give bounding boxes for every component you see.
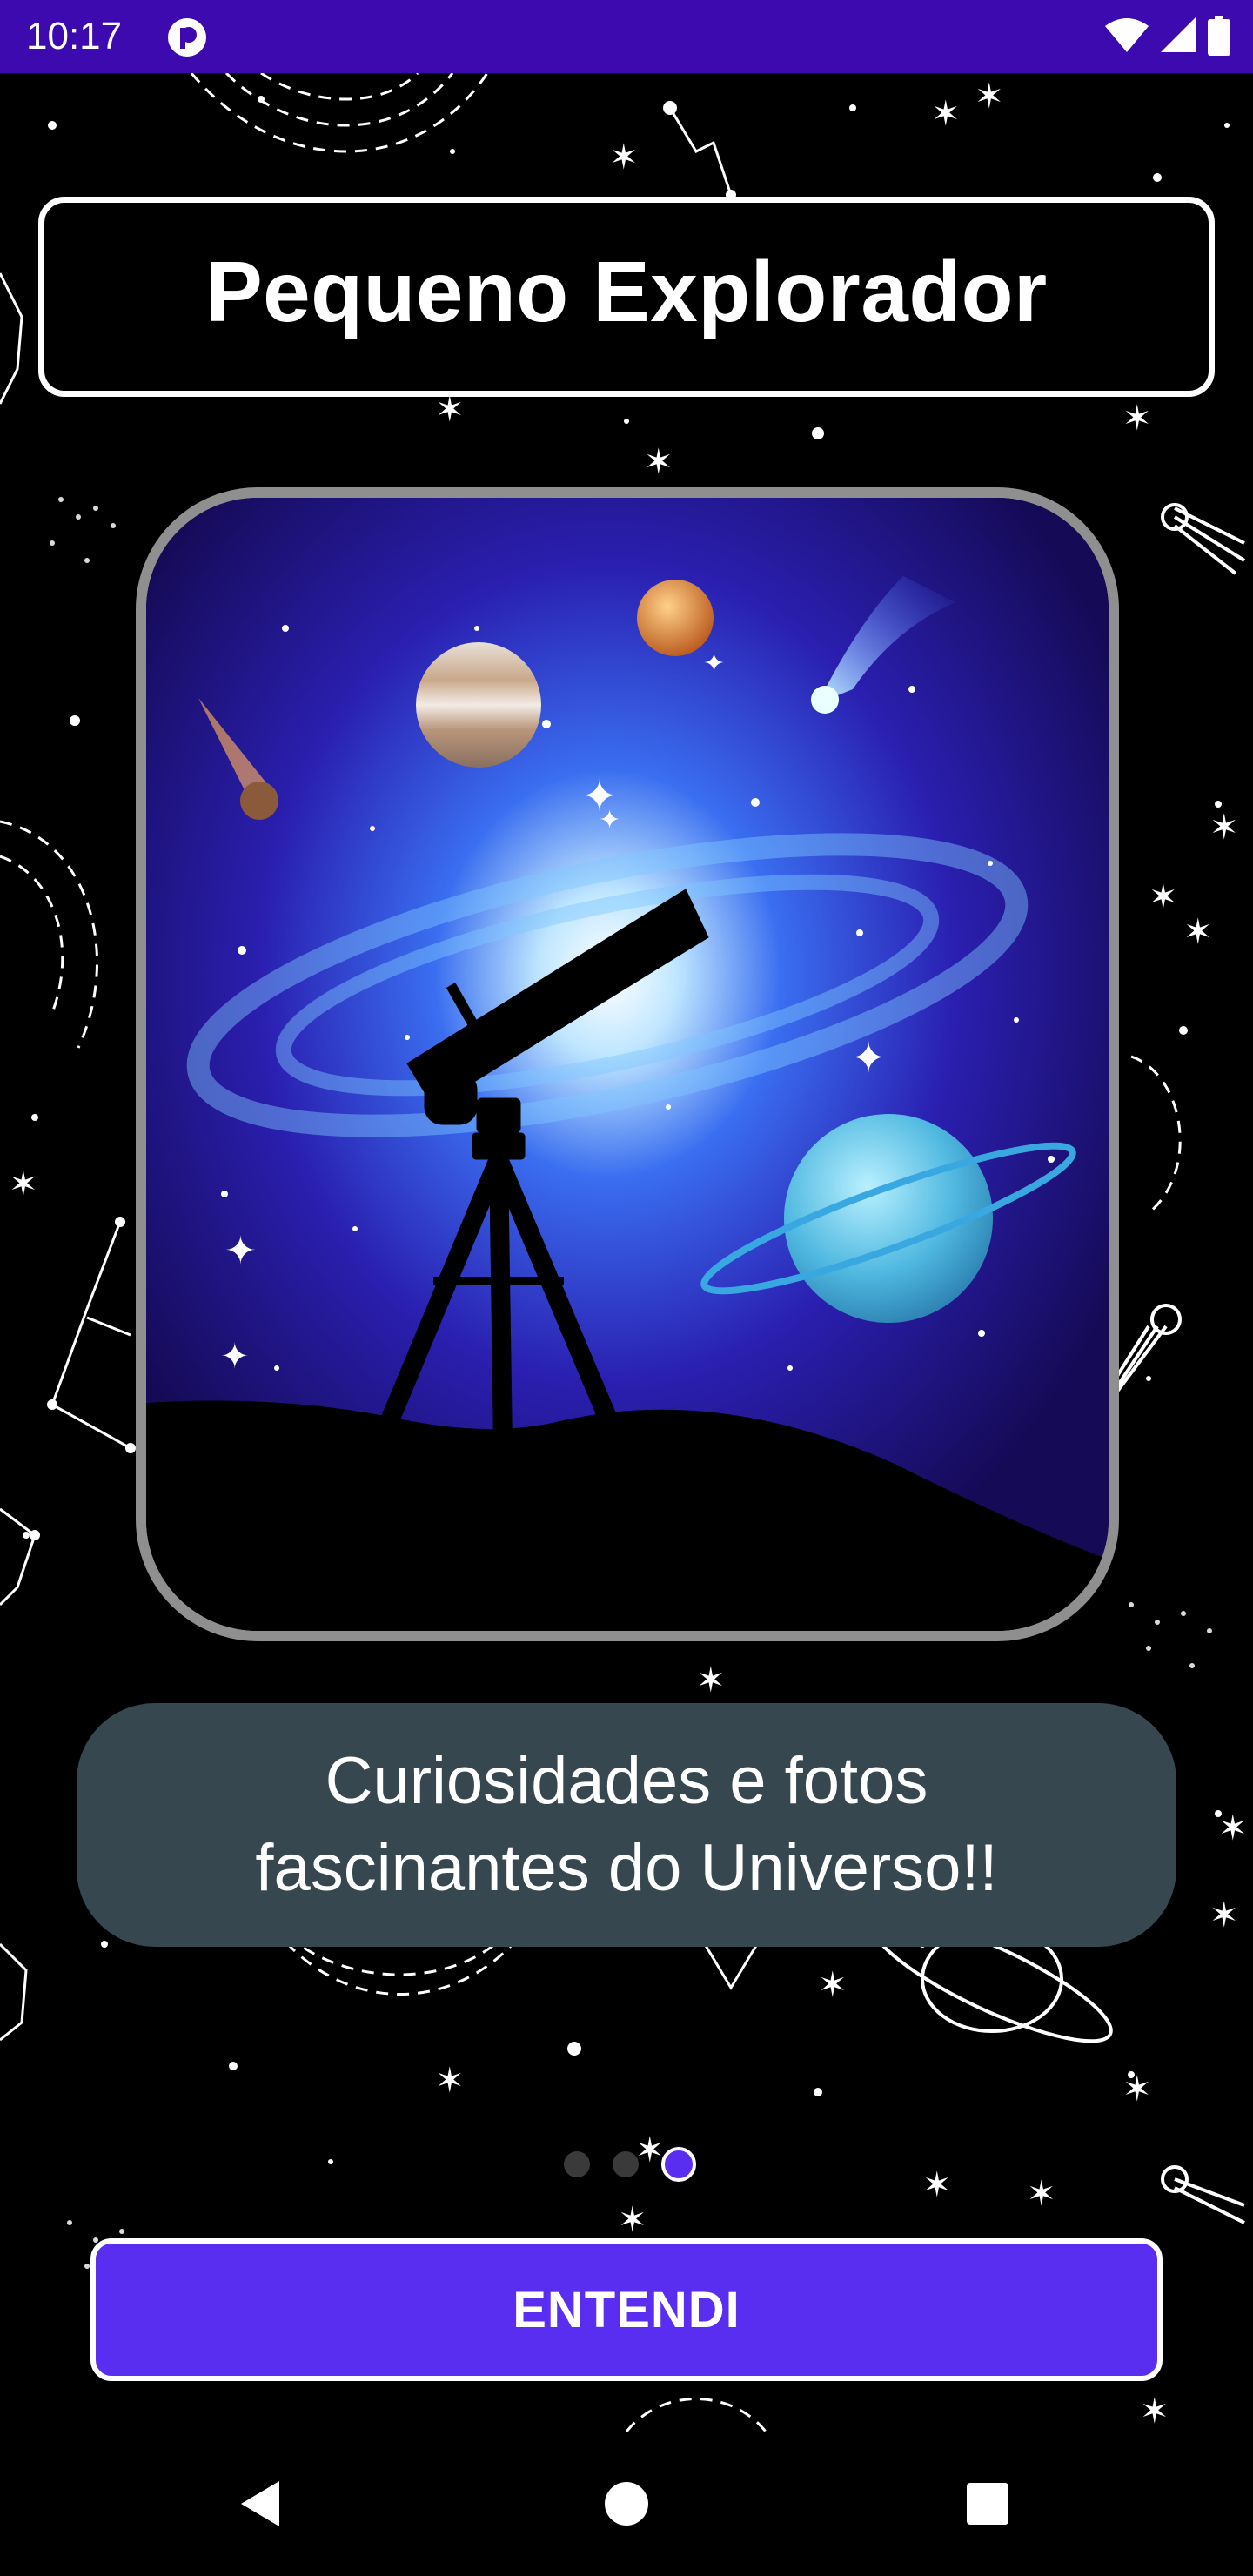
page-title: Pequeno Explorador	[205, 243, 1048, 339]
svg-text:✦: ✦	[220, 1337, 250, 1377]
svg-text:✶: ✶	[609, 138, 639, 178]
page-dot-1[interactable]	[564, 2151, 590, 2177]
home-button[interactable]	[587, 2466, 666, 2545]
page-dot-3-active[interactable]	[661, 2147, 696, 2182]
wifi-icon	[1105, 17, 1149, 58]
caption-card: Curiosidades e fotos fascinantes do Univ…	[77, 1703, 1176, 1947]
svg-text:✶: ✶	[1209, 808, 1239, 848]
svg-text:✶: ✶	[1027, 2174, 1056, 2214]
home-icon	[602, 2479, 651, 2532]
title-card: Pequeno Explorador	[38, 197, 1215, 397]
caption-text: Curiosidades e fotos fascinantes do Univ…	[255, 1744, 998, 1905]
svg-text:✦: ✦	[599, 805, 620, 835]
navigation-bar	[0, 2432, 1253, 2576]
page-indicator	[564, 2144, 696, 2184]
svg-text:✶: ✶	[931, 94, 961, 134]
svg-text:✶: ✶	[975, 77, 1004, 117]
understood-button[interactable]: ENTENDI	[90, 2238, 1163, 2381]
svg-text:✶: ✶	[1140, 2392, 1169, 2432]
svg-text:✶: ✶	[618, 2200, 647, 2240]
svg-text:✶: ✶	[1218, 1808, 1248, 1848]
telescope-galaxy-illustration: ✦ ✦ ✦ ✦ ✦ ✦ ✦	[136, 487, 1119, 1641]
svg-text:✦: ✦	[703, 648, 725, 679]
svg-text:✶: ✶	[644, 442, 673, 482]
svg-text:✶: ✶	[696, 1660, 726, 1701]
recents-button[interactable]	[948, 2466, 1027, 2545]
svg-text:✦: ✦	[851, 1034, 886, 1083]
p-logo-icon	[165, 16, 209, 59]
svg-text:✶: ✶	[1183, 912, 1213, 952]
back-icon	[236, 2478, 288, 2534]
svg-text:✶: ✶	[1209, 1895, 1239, 1935]
status-time: 10:17	[26, 15, 123, 57]
back-button[interactable]	[223, 2466, 301, 2545]
battery-icon	[1208, 15, 1230, 60]
recents-icon	[965, 2481, 1010, 2531]
svg-text:✶: ✶	[1122, 399, 1152, 439]
onboarding-screen: ✶ ✶ ✶ ✶ ✶ ✶ ✶ ✶ ✶ ✶ ✶ ✶ ✶ ✶ ✶ ✶ ✶ ✶ ✶ ✶ ✶	[0, 0, 1253, 2576]
svg-text:✶: ✶	[435, 2061, 465, 2101]
page-dot-2[interactable]	[613, 2151, 639, 2177]
svg-text:✦: ✦	[224, 1229, 257, 1273]
svg-text:✶: ✶	[1149, 877, 1178, 917]
svg-text:✶: ✶	[922, 2165, 952, 2205]
cell-signal-icon	[1161, 17, 1196, 58]
svg-text:✶: ✶	[818, 1965, 848, 2005]
status-bar: 10:17	[0, 0, 1253, 73]
svg-text:✶: ✶	[1122, 2070, 1152, 2110]
svg-text:✶: ✶	[9, 1164, 38, 1204]
